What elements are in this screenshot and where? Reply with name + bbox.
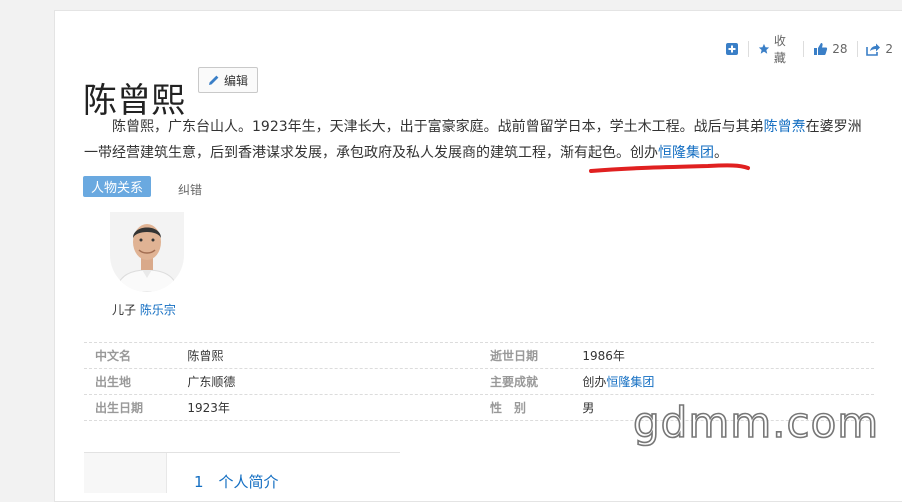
info-value-prefix: 创办: [582, 375, 607, 389]
info-value: 1986年: [582, 349, 625, 363]
person-photo: [110, 212, 184, 292]
info-row: 出生地 广东顺德 主要成就 创办恒隆集团: [84, 369, 874, 395]
info-value: 广东顺德: [187, 375, 236, 389]
like-count: 28: [832, 42, 848, 56]
edit-button[interactable]: 编辑: [198, 67, 258, 93]
info-label: 出生地: [95, 375, 132, 389]
summary-paragraph: 陈曾熙，广东台山人。1923年生，天津长大，出于富豪家庭。战前曾留学日本，学土木…: [84, 114, 874, 166]
edit-button-label: 编辑: [223, 73, 248, 88]
share-icon: [866, 43, 881, 56]
relations-tab[interactable]: 人物关系: [83, 176, 151, 197]
related-person-link[interactable]: 陈乐宗: [140, 303, 176, 317]
plus-square-icon: [726, 43, 738, 55]
person-link[interactable]: 陈曾焘: [764, 119, 806, 135]
share-button[interactable]: 2: [857, 42, 902, 56]
relation-type: 儿子: [112, 303, 137, 317]
info-value: 陈曾熙: [187, 349, 224, 363]
favorite-label: 收藏: [773, 34, 786, 65]
summary-text: 。: [714, 145, 728, 161]
table-of-contents: 1 个人简介: [84, 452, 400, 493]
thumbs-up-icon: [814, 43, 828, 55]
company-link[interactable]: 恒隆集团: [658, 145, 714, 161]
info-value: 创办恒隆集团: [582, 373, 874, 390]
relation-caption: 儿子 陈乐宗: [112, 301, 176, 318]
article-toolbar: 收藏 28 2: [716, 34, 902, 65]
add-button[interactable]: [716, 42, 748, 56]
info-label: 中文名: [95, 349, 132, 363]
info-row: 中文名 陈曾熙 逝世日期 1986年: [84, 342, 874, 369]
report-error-link[interactable]: 纠错: [178, 181, 202, 198]
toc-item[interactable]: 1 个人简介: [194, 471, 279, 492]
like-button[interactable]: 28: [804, 42, 856, 56]
info-label: 主要成就: [490, 375, 539, 389]
favorite-button[interactable]: 收藏: [749, 32, 803, 66]
star-icon: [758, 43, 769, 54]
toc-sidebar: [84, 453, 167, 493]
info-label: 逝世日期: [490, 349, 539, 363]
info-label: 性 别: [490, 401, 527, 415]
watermark-logo: gdmm.com: [632, 397, 880, 448]
pencil-icon: [208, 75, 219, 85]
red-annotation-underline: [589, 163, 750, 173]
avatar[interactable]: [110, 212, 184, 292]
company-link[interactable]: 恒隆集团: [606, 375, 654, 389]
share-count: 2: [885, 42, 894, 56]
info-value: 1923年: [187, 401, 230, 415]
summary-text: 陈曾熙，广东台山人。1923年生，天津长大，出于富豪家庭。战前曾留学日本，学土木…: [112, 119, 764, 135]
info-label: 出生日期: [95, 401, 144, 415]
